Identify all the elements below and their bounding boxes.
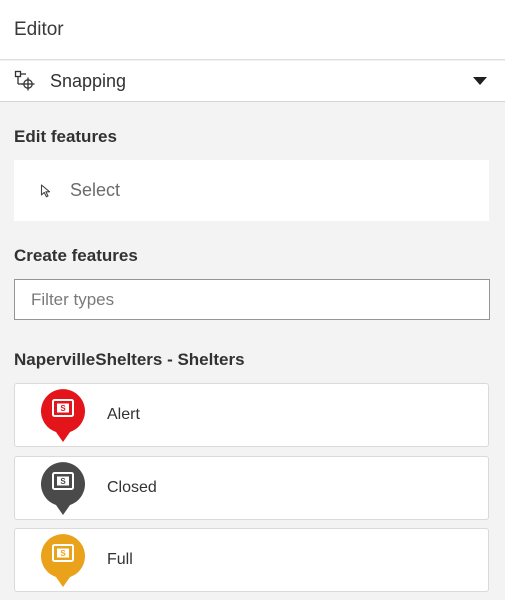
feature-type-full[interactable]: S Full — [14, 528, 489, 592]
select-button[interactable]: Select — [14, 160, 489, 221]
type-label: Alert — [107, 406, 140, 423]
select-label: Select — [70, 180, 121, 200]
snapping-label: Snapping — [50, 70, 127, 91]
create-features-heading: Create features — [14, 246, 138, 265]
snapping-toggle[interactable]: Snapping — [0, 61, 505, 102]
snapping-icon — [14, 70, 36, 92]
editor-header: Editor — [0, 0, 505, 60]
panel-title: Editor — [14, 18, 64, 40]
feature-type-alert[interactable]: S Alert — [14, 383, 489, 447]
shelter-marker-icon: S — [33, 530, 93, 590]
svg-text:S: S — [60, 549, 66, 558]
type-label: Full — [107, 551, 133, 568]
svg-text:S: S — [60, 477, 66, 486]
type-label: Closed — [107, 479, 157, 496]
shelter-marker-icon: S — [33, 385, 93, 445]
shelter-marker-icon: S — [33, 458, 93, 518]
filter-types-input[interactable] — [14, 279, 490, 320]
cursor-icon — [40, 183, 54, 198]
feature-type-closed[interactable]: S Closed — [14, 456, 489, 520]
svg-text:S: S — [60, 404, 66, 413]
edit-features-heading: Edit features — [14, 127, 117, 146]
chevron-down-icon — [473, 76, 487, 86]
editor-panel: Editor Snapping Edit features Select Cre… — [0, 0, 505, 600]
layer-title: NapervilleShelters - Shelters — [14, 350, 245, 369]
